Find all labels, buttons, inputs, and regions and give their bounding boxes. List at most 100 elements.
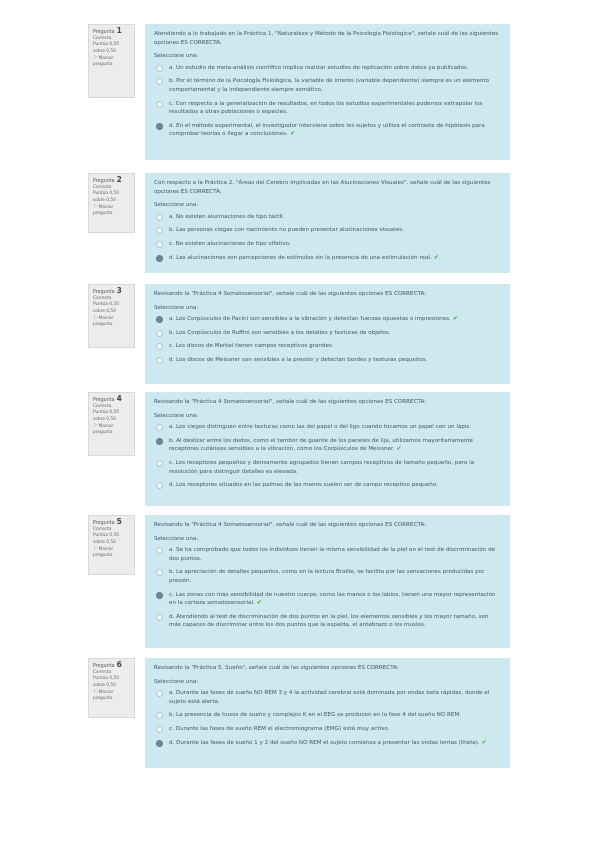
question-content: Atendiendo a lo trabajado en la Práctica…: [145, 24, 510, 160]
radio-button[interactable]: [156, 482, 163, 490]
answer-option-label: c. Las zonas con más sensibilidad de nue…: [169, 591, 496, 607]
question-info-panel: Pregunta 4 Correcta Puntúa 0,50 sobre 0,50 ⚐…: [88, 392, 135, 456]
flag-question-link[interactable]: ⚐Marcar pregunta: [93, 204, 130, 217]
answer-option[interactable]: d. Atendiendo al test de discriminación …: [154, 613, 501, 630]
answer-option[interactable]: b. Por el término de la Psicología Fisio…: [154, 77, 501, 94]
question-text: Revisando la "Práctica 5. Sueño", señale…: [154, 665, 399, 671]
checkmark-icon: ✔: [452, 315, 458, 323]
answer-prompt: Seleccione una:: [154, 412, 199, 419]
question-number: Pregunta 6: [93, 661, 130, 670]
radio-button[interactable]: [156, 64, 163, 72]
answer-option-label: a. Los Corpúsculos de Pacini son sensibl…: [169, 316, 451, 323]
radio-button[interactable]: [156, 316, 163, 324]
question-number-value: 4: [116, 394, 122, 403]
answer-prompt: Seleccione una:: [154, 535, 199, 542]
answer-option[interactable]: b. La presencia de husos de sueño y comp…: [154, 711, 501, 720]
answer-option[interactable]: c. Los discos de Merkel tienen campos re…: [154, 342, 501, 351]
question-number-value: 3: [116, 286, 122, 295]
question-number: Pregunta 4: [93, 394, 130, 404]
radio-button[interactable]: [156, 240, 163, 248]
answer-option[interactable]: c. Durante las fases de sueño REM el ele…: [154, 725, 501, 734]
checkmark-icon: ✔: [256, 599, 262, 607]
question-label: Pregunta: [93, 664, 115, 669]
radio-button[interactable]: [156, 613, 163, 621]
question-text: Revisando la "Práctica 4 Somatosensorial…: [154, 522, 427, 528]
question-content: Con respecto a la Práctica 2, "Áreas del…: [145, 173, 510, 273]
radio-button[interactable]: [156, 459, 163, 467]
radio-button[interactable]: [156, 569, 163, 577]
flag-icon: ⚐: [93, 314, 98, 321]
radio-button[interactable]: [156, 437, 163, 445]
answer-option-label: a. Durante las fases de sueño NO REM 3 y…: [169, 690, 490, 705]
radio-button[interactable]: [156, 424, 163, 432]
flag-question-link[interactable]: ⚐Marcar pregunta: [93, 55, 130, 68]
question-score: Puntúa 0,50 sobre 0,50: [93, 191, 119, 203]
question-content: Revisando la "Práctica 4 Somatosensorial…: [145, 284, 510, 384]
flag-question-link[interactable]: ⚐Marcar pregunta: [93, 423, 130, 436]
answer-option[interactable]: c. Los receptores pequeños y densamente …: [154, 459, 501, 476]
answer-option[interactable]: d. Los discos de Meissner son sensibles …: [154, 356, 501, 365]
checkmark-icon: ✔: [290, 130, 296, 138]
answer-option[interactable]: d. Las alucinaciones son percepciones de…: [154, 254, 501, 263]
radio-button[interactable]: [156, 739, 163, 747]
answer-option[interactable]: a. Los Corpúsculos de Pacini son sensibl…: [154, 315, 501, 324]
answer-option[interactable]: c. Las zonas con más sensibilidad de nue…: [154, 591, 501, 608]
answer-option-label: a. Los ciegos distinguen entre texturas …: [169, 424, 472, 431]
flag-icon: ⚐: [93, 545, 98, 552]
flag-question-link[interactable]: ⚐Marcar pregunta: [93, 689, 130, 702]
answer-option-label: a. Un estudio de meta-análisis científic…: [169, 64, 469, 71]
answer-option-label: c. No existen alucinaciones de tipo olfa…: [169, 240, 291, 247]
answer-option[interactable]: a. Un estudio de meta-análisis científic…: [154, 64, 501, 73]
answer-option[interactable]: c. Con respecto a la generalización de r…: [154, 100, 501, 117]
question-content: Revisando la "Práctica 4 Somatosensorial…: [145, 392, 510, 506]
question-info-panel: Pregunta 1 Correcta Puntúa 0,50 sobre 0,50 ⚐…: [88, 24, 135, 98]
answer-option[interactable]: b. Las personas ciegas con nacimiento no…: [154, 226, 501, 235]
answer-option[interactable]: d. En el método experimental, el investi…: [154, 122, 501, 139]
answer-option-label: c. Los receptores pequeños y densamente …: [169, 459, 475, 475]
question-text: Revisando la "Práctica 4 Somatosensorial…: [154, 399, 427, 405]
flag-question-link[interactable]: ⚐Marcar pregunta: [93, 546, 130, 559]
question-score: Puntúa 0,50 sobre 0,50: [93, 42, 119, 54]
answer-option[interactable]: b. Los Corpúsculos de Ruffini son sensib…: [154, 329, 501, 338]
flag-icon: ⚐: [93, 54, 98, 61]
radio-button[interactable]: [156, 213, 163, 221]
answer-option[interactable]: b. La apreciación de detalles pequeños, …: [154, 568, 501, 585]
radio-button[interactable]: [156, 591, 163, 599]
radio-button[interactable]: [156, 547, 163, 555]
answer-prompt: Seleccione una:: [154, 53, 199, 60]
question-score: Puntúa 0,50 sobre 0,50: [93, 533, 119, 545]
radio-button[interactable]: [156, 329, 163, 337]
radio-button[interactable]: [156, 356, 163, 364]
radio-button[interactable]: [156, 254, 163, 262]
answer-option-label: a. Se ha comprobado que todos los indivi…: [169, 547, 496, 562]
radio-button[interactable]: [156, 712, 163, 720]
answer-option[interactable]: a. Los ciegos distinguen entre texturas …: [154, 423, 501, 432]
answer-option-label: b. Las personas ciegas con nacimiento no…: [169, 227, 404, 234]
answer-option[interactable]: d. Los receptores situados en las palmas…: [154, 481, 501, 490]
answer-prompt: Seleccione una:: [154, 202, 199, 209]
question-text: Con respecto a la Práctica 2, "Áreas del…: [154, 180, 491, 195]
question-content: Revisando la "Práctica 4 Somatosensorial…: [145, 515, 510, 648]
answer-option[interactable]: c. No existen alucinaciones de tipo olfa…: [154, 240, 501, 249]
radio-button[interactable]: [156, 227, 163, 235]
answer-option[interactable]: a. No existen alucinaciones de tipo táct…: [154, 213, 501, 222]
checkmark-icon: ✔: [396, 445, 402, 453]
question-label: Pregunta: [93, 290, 115, 295]
radio-button[interactable]: [156, 122, 163, 130]
radio-button[interactable]: [156, 725, 163, 733]
answer-option-label: d. Durante las fases de sueño 1 y 2 del …: [169, 739, 480, 746]
answer-option[interactable]: a. Durante las fases de sueño NO REM 3 y…: [154, 689, 501, 706]
question-number-value: 1: [116, 26, 122, 35]
radio-button[interactable]: [156, 690, 163, 698]
radio-button[interactable]: [156, 100, 163, 108]
flag-question-link[interactable]: ⚐Marcar pregunta: [93, 315, 130, 328]
flag-icon: ⚐: [93, 203, 98, 210]
question-number: Pregunta 2: [93, 176, 130, 185]
radio-button[interactable]: [156, 343, 163, 351]
answer-option[interactable]: b. Al deslizar entre los dedos, como el …: [154, 437, 501, 454]
answer-option-label: b. Por el término de la Psicología Fisio…: [169, 78, 490, 93]
answer-option[interactable]: a. Se ha comprobado que todos los indivi…: [154, 546, 501, 563]
radio-button[interactable]: [156, 78, 163, 86]
answer-option[interactable]: d. Durante las fases de sueño 1 y 2 del …: [154, 739, 501, 748]
question-label: Pregunta: [93, 521, 115, 526]
